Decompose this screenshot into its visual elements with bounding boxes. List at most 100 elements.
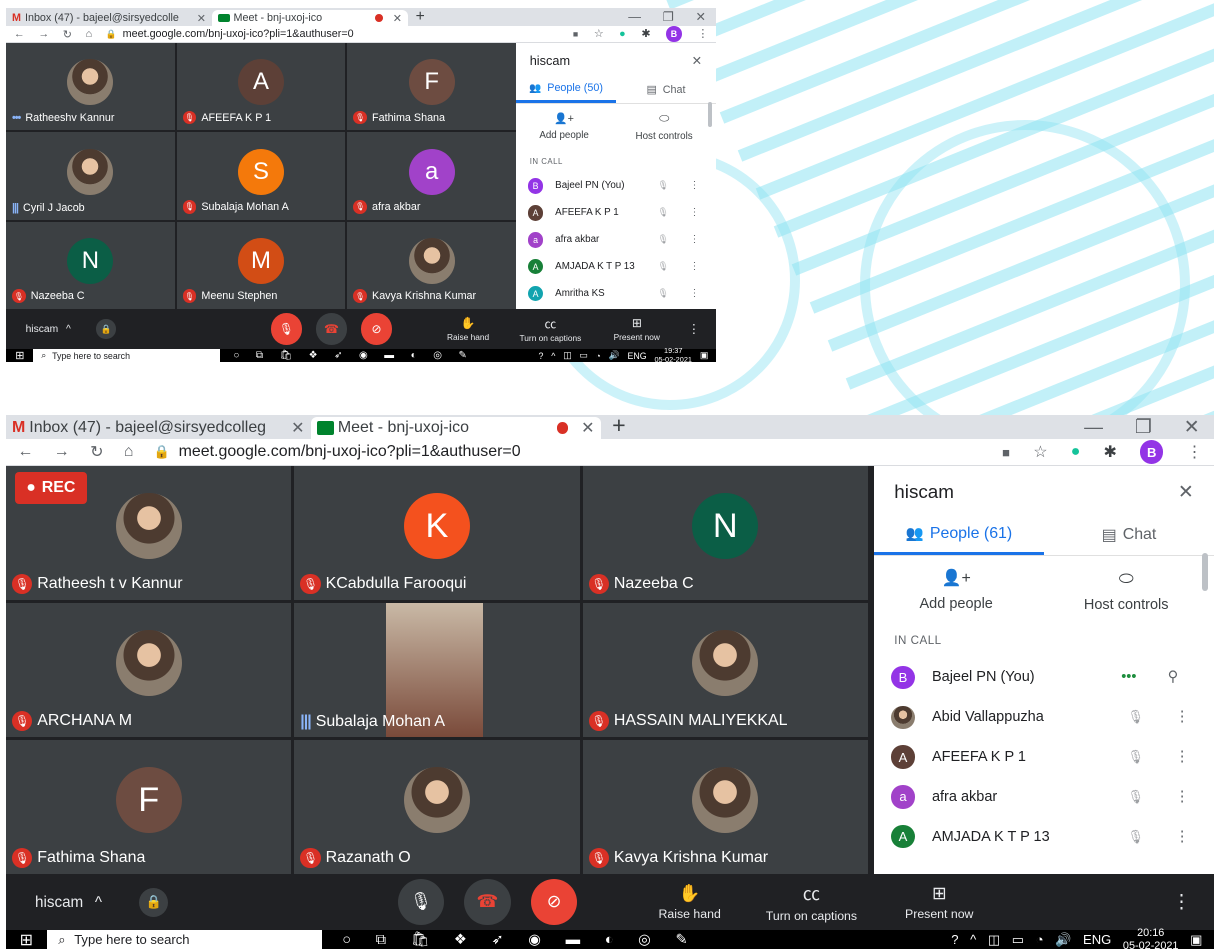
new-tab-icon[interactable]: + bbox=[601, 415, 638, 439]
edge-icon[interactable]: ◐ bbox=[411, 350, 417, 361]
participant-tile[interactable]: K 🎙 KCabdulla Farooqui bbox=[294, 466, 580, 601]
help-icon[interactable]: ? bbox=[951, 932, 958, 947]
grammarly-icon[interactable]: ● bbox=[619, 28, 626, 40]
forward-icon[interactable]: → bbox=[54, 443, 70, 461]
taskbar-search[interactable]: ⌕ Type here to search bbox=[33, 349, 220, 362]
participant-tile[interactable]: 🎙 ARCHANA M bbox=[6, 602, 292, 738]
star-icon[interactable]: ☆ bbox=[1033, 442, 1047, 462]
browser-tab[interactable]: Meet - bnj-uxoj-ico ✕ bbox=[211, 10, 408, 26]
files-icon[interactable]: ▬ bbox=[384, 350, 394, 361]
leave-call-button[interactable]: ☎ bbox=[464, 878, 511, 926]
more-options-icon[interactable]: ⋮ bbox=[688, 321, 701, 337]
participant-tile[interactable]: a 🎙 afra akbar bbox=[347, 132, 516, 220]
meet-tray-icon[interactable]: ◫ bbox=[563, 350, 571, 361]
participant-tile[interactable]: 🎙 Kavya Krishna Kumar bbox=[347, 221, 516, 309]
leave-call-button[interactable]: ☎ bbox=[315, 313, 348, 345]
chrome-icon[interactable]: ◎ bbox=[433, 350, 442, 361]
profile-avatar[interactable]: B bbox=[666, 26, 682, 42]
more-options-icon[interactable]: ⋮ bbox=[685, 234, 705, 245]
tab-chat[interactable]: ▤ Chat bbox=[1044, 515, 1214, 555]
add-people-button[interactable]: 👤+ Add people bbox=[539, 112, 589, 143]
windows-start-icon[interactable]: ⊞ bbox=[6, 930, 47, 949]
taskbar-search[interactable]: ⌕ Type here to search bbox=[46, 930, 323, 949]
browser-tab[interactable]: M Inbox (47) - bajeel@sirsyedcolle ✕ bbox=[6, 10, 212, 26]
participant-tile[interactable]: ••• Ratheeshv Kannur bbox=[6, 43, 175, 131]
close-window-icon[interactable]: ✕ bbox=[696, 9, 707, 25]
files-icon[interactable]: ▬ bbox=[566, 932, 581, 948]
reload-icon[interactable]: ↻ bbox=[63, 28, 72, 41]
participant-tile[interactable]: 🎙 Kavya Krishna Kumar bbox=[582, 739, 868, 874]
taskbar-clock[interactable]: 20:16 05-02-2021 bbox=[1123, 927, 1179, 949]
minimize-icon[interactable]: — bbox=[628, 9, 641, 25]
extensions-icon[interactable]: ✱ bbox=[1104, 442, 1117, 462]
participant-tile[interactable]: S 🎙 Subalaja Mohan A bbox=[176, 132, 346, 220]
close-tab-icon[interactable]: ✕ bbox=[291, 418, 304, 438]
help-icon[interactable]: ? bbox=[539, 351, 544, 361]
minimize-icon[interactable]: — bbox=[1084, 416, 1103, 438]
battery-icon[interactable]: ▭ bbox=[1012, 932, 1024, 948]
meeting-name[interactable]: hiscam ^ bbox=[26, 324, 71, 335]
cortana-icon[interactable]: ○ bbox=[342, 932, 351, 948]
participant-row[interactable]: A AFEEFA K P 1 🎙 ⋮ bbox=[874, 737, 1214, 777]
add-people-button[interactable]: 👤+ Add people bbox=[920, 568, 993, 614]
raise-hand-button[interactable]: ✋ Raise hand bbox=[447, 316, 489, 342]
microphone-button[interactable]: 🎙 bbox=[397, 878, 444, 926]
participant-tile[interactable]: ||| Subalaja Mohan A bbox=[294, 602, 580, 738]
more-options-icon[interactable]: ⋮ bbox=[1168, 749, 1197, 765]
meet-tray-icon[interactable]: ◫ bbox=[988, 932, 1000, 948]
wifi-icon[interactable]: ◔ bbox=[596, 351, 601, 361]
more-options-icon[interactable]: ⋮ bbox=[685, 207, 705, 218]
more-options-icon[interactable]: ⋮ bbox=[1168, 829, 1197, 845]
paint-icon[interactable]: ✎ bbox=[458, 350, 466, 361]
language-indicator[interactable]: ENG bbox=[1083, 932, 1111, 947]
store-icon[interactable]: 🛍 bbox=[411, 931, 429, 948]
battery-icon[interactable]: ▭ bbox=[579, 350, 587, 361]
tab-people[interactable]: 👥 People (50) bbox=[516, 76, 616, 103]
more-options-icon[interactable]: ⋮ bbox=[685, 261, 705, 272]
participant-tile[interactable]: 🎙 HASSAIN MALIYEKKAL bbox=[582, 602, 868, 738]
meeting-name[interactable]: hiscam ^ bbox=[35, 894, 102, 911]
camera-icon[interactable]: ■ bbox=[1002, 445, 1010, 460]
close-tab-icon[interactable]: ✕ bbox=[393, 12, 402, 25]
camera-off-button[interactable]: ⊘ bbox=[360, 313, 393, 345]
dropbox-icon[interactable]: ❖ bbox=[454, 932, 467, 948]
wifi-icon[interactable]: ◔ bbox=[1036, 932, 1044, 947]
participant-row[interactable]: a afra akbar 🎙 ⋮ bbox=[516, 226, 716, 253]
host-controls-button[interactable]: ⬭ Host controls bbox=[636, 112, 693, 143]
whatsapp-icon[interactable]: ◉ bbox=[528, 932, 541, 948]
participant-tile[interactable]: M 🎙 Meenu Stephen bbox=[176, 221, 346, 309]
more-options-icon[interactable]: ⋮ bbox=[1168, 709, 1197, 725]
app-icon[interactable]: ➶ bbox=[334, 350, 342, 361]
paint-icon[interactable]: ✎ bbox=[675, 932, 687, 948]
menu-icon[interactable]: ⋮ bbox=[697, 27, 708, 40]
new-tab-icon[interactable]: + bbox=[408, 8, 433, 26]
forward-icon[interactable]: → bbox=[38, 28, 49, 40]
url-field[interactable]: 🔒 meet.google.com/bnj-uxoj-ico?pli=1&auth… bbox=[154, 443, 521, 461]
present-button[interactable]: ⊞ Present now bbox=[905, 883, 973, 921]
chevron-up-icon[interactable]: ^ bbox=[551, 351, 555, 361]
participant-row[interactable]: Abid Vallappuzha 🎙 ⋮ bbox=[874, 697, 1214, 737]
camera-icon[interactable]: ■ bbox=[573, 29, 578, 39]
restore-icon[interactable]: ❐ bbox=[663, 9, 674, 25]
participant-row[interactable]: A AFEEFA K P 1 🎙 ⋮ bbox=[516, 199, 716, 226]
more-options-icon[interactable]: ⋮ bbox=[1168, 789, 1197, 805]
raise-hand-button[interactable]: ✋ Raise hand bbox=[659, 883, 721, 921]
task-view-icon[interactable]: ⧉ bbox=[376, 932, 386, 948]
close-panel-icon[interactable]: ✕ bbox=[1178, 481, 1194, 503]
microphone-button[interactable]: 🎙 bbox=[270, 313, 302, 345]
home-icon[interactable]: ⌂ bbox=[86, 28, 93, 40]
language-indicator[interactable]: ENG bbox=[628, 351, 647, 361]
captions-button[interactable]: ㏄ Turn on captions bbox=[520, 315, 582, 344]
close-window-icon[interactable]: ✕ bbox=[1184, 416, 1200, 438]
star-icon[interactable]: ☆ bbox=[594, 27, 604, 40]
app-icon[interactable]: ➶ bbox=[492, 932, 504, 948]
volume-icon[interactable]: 🔊 bbox=[1055, 932, 1071, 948]
menu-icon[interactable]: ⋮ bbox=[1186, 442, 1202, 462]
back-icon[interactable]: ← bbox=[18, 443, 34, 461]
chevron-up-icon[interactable]: ^ bbox=[970, 932, 976, 947]
meeting-safety-icon[interactable]: 🔒 bbox=[139, 887, 169, 917]
participant-tile[interactable]: 🎙 Razanath O bbox=[294, 739, 580, 874]
edge-icon[interactable]: ◐ bbox=[605, 932, 614, 948]
close-tab-icon[interactable]: ✕ bbox=[197, 12, 206, 25]
participant-tile[interactable]: A 🎙 AFEEFA K P 1 bbox=[176, 43, 346, 131]
